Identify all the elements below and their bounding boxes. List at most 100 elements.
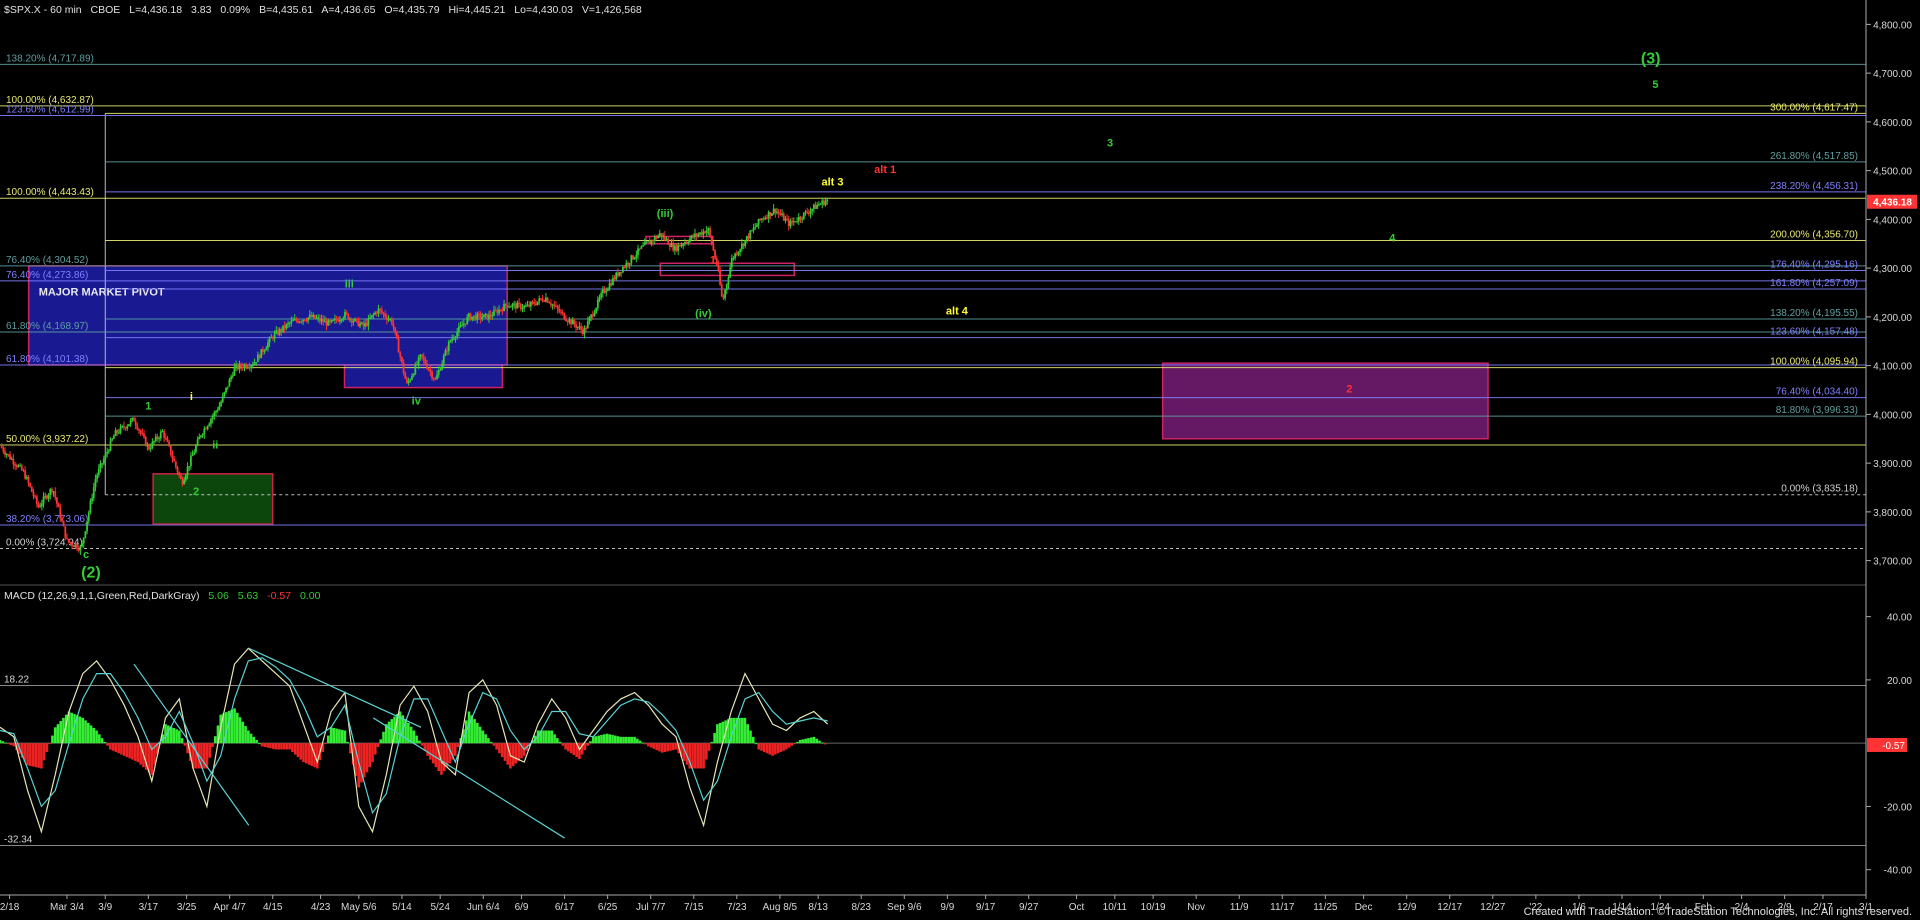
macd-histogram-bar xyxy=(545,730,548,744)
candle-body xyxy=(206,426,209,429)
macd-histogram-bar xyxy=(420,743,424,746)
candle-body xyxy=(444,350,447,356)
candle-body xyxy=(262,349,264,352)
candle-body xyxy=(797,216,800,222)
candle-body xyxy=(452,338,455,340)
candle-body xyxy=(744,239,747,247)
candle-body xyxy=(705,230,708,234)
candle-body xyxy=(429,369,432,372)
candle-body xyxy=(302,319,305,322)
candle-body xyxy=(57,503,60,508)
candle-body xyxy=(102,458,105,464)
macd-histogram-bar xyxy=(1,741,5,744)
candle-body xyxy=(265,348,268,351)
macd-histogram-bar xyxy=(569,743,573,754)
candle-body xyxy=(555,305,557,307)
price-tick-label: 3,900.00 xyxy=(1873,459,1912,470)
fib-label-right: 100.00% (4,095.94) xyxy=(1770,357,1858,368)
macd-histogram-bar xyxy=(277,743,280,750)
macd-histogram-bar xyxy=(247,730,250,744)
macd-histogram-bar xyxy=(591,736,595,744)
macd-histogram-bar xyxy=(120,743,123,755)
macd-histogram-bar xyxy=(503,743,507,761)
candle-body xyxy=(665,238,668,240)
tradestation-chart[interactable]: MAJOR MARKET PIVOT 138.20% (4,717.89) 100… xyxy=(0,0,1920,920)
candle-body xyxy=(382,312,385,314)
candle-body xyxy=(662,235,665,237)
macd-histogram-bar xyxy=(271,743,275,749)
wave-label-10: (iv) xyxy=(695,308,712,320)
candle-body xyxy=(598,297,601,300)
candle-body xyxy=(709,228,711,236)
candle-body xyxy=(168,441,171,447)
candle-body xyxy=(581,329,584,335)
candle-body xyxy=(690,235,693,239)
candle-body xyxy=(684,242,686,245)
time-tick-label: 11/17 xyxy=(1270,902,1295,913)
candle-body xyxy=(215,411,217,413)
candle-body xyxy=(513,303,516,305)
candle-body xyxy=(625,262,628,268)
candle-body xyxy=(615,272,618,280)
candle-body xyxy=(786,218,788,220)
macd-histogram-bar xyxy=(376,743,380,747)
macd-histogram-bar xyxy=(578,743,581,759)
macd-histogram-bar xyxy=(29,743,32,766)
candle-body xyxy=(724,289,727,299)
wave-label-6: 4 xyxy=(1389,232,1396,244)
macd-histogram-bar xyxy=(332,727,336,744)
candle-body xyxy=(116,430,119,433)
candle-body xyxy=(754,226,757,228)
bid-readout: B=4,435.61 xyxy=(259,4,313,16)
candle-body xyxy=(171,454,174,459)
candle-body xyxy=(54,491,57,498)
macd-level-label-1: -32.34 xyxy=(4,834,33,845)
zone-pivot-1 xyxy=(343,364,504,389)
svg-text:$SPX.X - 60 min CBOE: $SPX.X - 60 min CBOE L=4,436.18 3.83 0.0… xyxy=(4,4,642,16)
candle-body xyxy=(272,337,274,339)
time-tick-label: 7/15 xyxy=(684,902,704,913)
time-tick-label: 10/11 xyxy=(1103,902,1128,913)
candle-body xyxy=(395,331,398,339)
candle-body xyxy=(159,432,162,439)
candle-body xyxy=(699,232,701,235)
candle-body xyxy=(241,366,244,369)
high-readout: Hi=4,445.21 xyxy=(448,4,505,16)
time-tick-label: 3/17 xyxy=(139,902,159,913)
macd-histogram-bar xyxy=(382,731,385,744)
macd-histogram-bar xyxy=(45,743,49,753)
macd-histogram-bar xyxy=(241,721,245,744)
candle-body xyxy=(799,216,802,220)
candle-body xyxy=(44,495,47,497)
candle-body xyxy=(334,318,336,321)
macd-histogram-bar xyxy=(6,743,10,745)
candle-body xyxy=(751,230,753,232)
candle-body xyxy=(198,436,201,440)
candle-body xyxy=(313,314,316,319)
candle-body xyxy=(767,212,770,219)
candle-body xyxy=(613,277,616,280)
macd-histogram-bar xyxy=(718,722,722,744)
macd-histogram-bar xyxy=(663,743,667,753)
candle-body xyxy=(154,436,157,442)
macd-histogram-bar xyxy=(473,719,476,744)
macd-histogram-bar xyxy=(106,743,109,746)
time-tick-label: Mar 3/4 xyxy=(50,902,84,913)
candle-body xyxy=(588,317,591,322)
candle-body xyxy=(34,496,37,498)
candle-body xyxy=(347,314,350,320)
candle-body xyxy=(397,338,400,353)
time-tick-label: 9/17 xyxy=(976,902,996,913)
macd-histogram-bar xyxy=(674,743,678,750)
candle-body xyxy=(653,236,656,242)
macd-histogram-bar xyxy=(429,743,432,760)
candle-body xyxy=(774,208,777,213)
candle-body xyxy=(190,456,192,467)
candle-body xyxy=(483,314,485,318)
macd-histogram-bar xyxy=(387,721,391,744)
macd-histogram-bar xyxy=(412,730,416,744)
candle-body xyxy=(332,320,335,322)
candle-body xyxy=(220,402,222,406)
candle-body xyxy=(235,364,238,367)
candle-body xyxy=(471,316,474,320)
